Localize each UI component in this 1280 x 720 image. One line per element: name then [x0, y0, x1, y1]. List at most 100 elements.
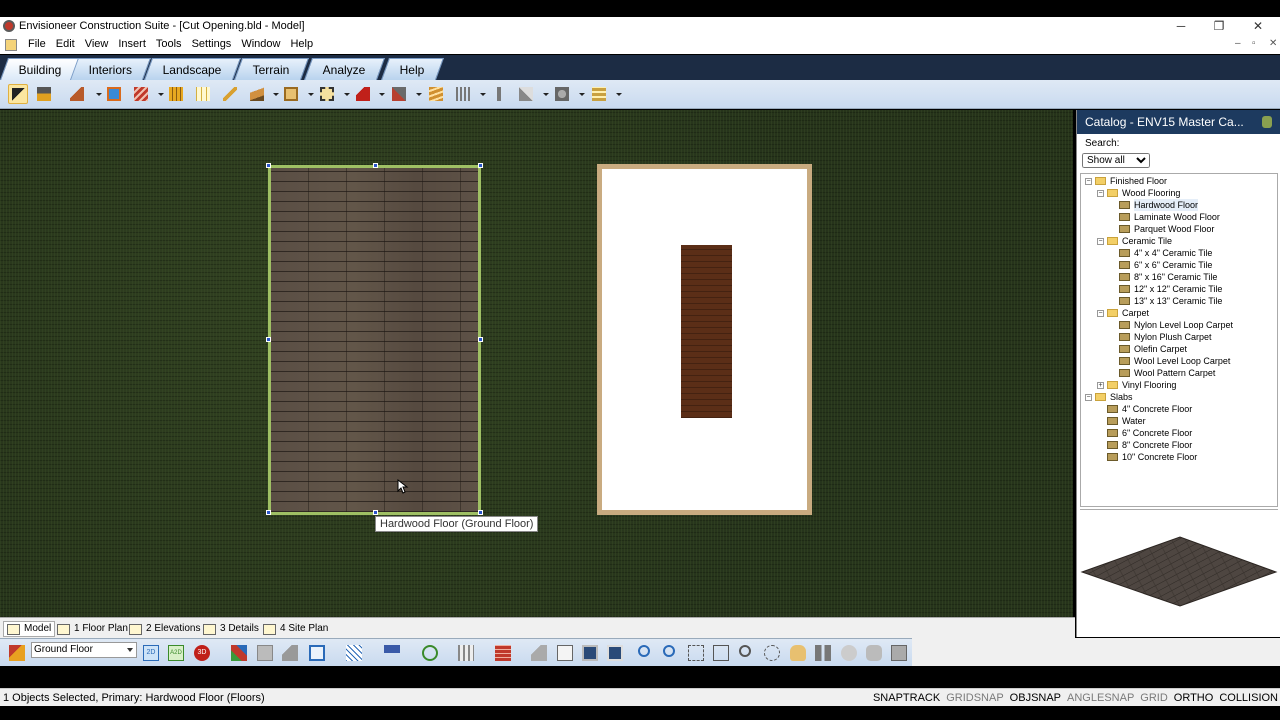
paintbrush-icon[interactable] [34, 84, 54, 104]
tab-landscape[interactable]: Landscape [143, 58, 241, 80]
mode-anglesnap[interactable]: ANGLESNAP [1067, 692, 1134, 704]
tree-item[interactable]: 8" Concrete Floor [1097, 439, 1192, 451]
close-button[interactable]: ✕ [1248, 18, 1268, 34]
2d-icon[interactable]: 2D [141, 643, 161, 663]
railing-icon[interactable] [220, 84, 240, 104]
3d-icon[interactable]: 3D [192, 643, 212, 663]
resize-handle[interactable] [266, 163, 271, 168]
mode-grid[interactable]: GRID [1140, 692, 1168, 704]
tab-model[interactable]: Model [3, 621, 56, 637]
home-3d-icon[interactable] [280, 643, 300, 663]
tab-site-plan[interactable]: 4 Site Plan [263, 621, 328, 637]
cabinet-icon[interactable] [281, 84, 301, 104]
resize-handle[interactable] [478, 510, 483, 515]
pan-hand-icon[interactable] [788, 643, 808, 663]
stack-tool-icon[interactable] [589, 84, 609, 104]
menu-file[interactable]: File [23, 38, 51, 50]
menu-help[interactable]: Help [285, 38, 318, 50]
menu-window[interactable]: Window [236, 38, 285, 50]
tree-item[interactable]: 4" Concrete Floor [1097, 403, 1192, 415]
wand-icon[interactable] [516, 84, 536, 104]
tab-analyze[interactable]: Analyze [303, 58, 385, 80]
mdi-restore-button[interactable]: ▫ [1252, 38, 1256, 49]
mode-gridsnap[interactable]: GRIDSNAP [946, 692, 1003, 704]
tree-item[interactable]: Nylon Plush Carpet [1109, 331, 1212, 343]
room-with-cut-opening[interactable] [597, 164, 812, 515]
menu-insert[interactable]: Insert [113, 38, 151, 50]
resize-handle[interactable] [373, 163, 378, 168]
cut-opening-floor[interactable] [681, 245, 732, 418]
tree-folder[interactable]: + Vinyl Flooring [1097, 379, 1176, 391]
tab-elevations[interactable]: 2 Elevations [129, 621, 200, 637]
layers-icon[interactable] [229, 643, 249, 663]
tools-icon[interactable] [889, 643, 909, 663]
monitor-icon[interactable] [255, 643, 275, 663]
resize-handle[interactable] [266, 337, 271, 342]
fly-icon[interactable] [864, 643, 884, 663]
columns-icon[interactable] [456, 643, 476, 663]
tree-item[interactable]: Olefin Carpet [1109, 343, 1187, 355]
collapse-icon[interactable]: − [1085, 177, 1092, 185]
post-icon[interactable] [489, 84, 509, 104]
resize-handle[interactable] [373, 510, 378, 515]
mdi-close-button[interactable]: ✕ [1269, 38, 1277, 49]
collapse-icon[interactable]: − [1097, 309, 1104, 317]
screen2-icon[interactable] [605, 643, 625, 663]
tree-item[interactable]: 6" x 6" Ceramic Tile [1109, 259, 1212, 271]
zoom-out-icon[interactable] [661, 643, 681, 663]
collapse-icon[interactable]: − [1097, 189, 1104, 197]
tree-folder[interactable]: − Ceramic Tile [1097, 235, 1172, 247]
tree-folder[interactable]: − Slabs [1085, 391, 1133, 403]
expand-icon[interactable]: + [1097, 381, 1104, 389]
tab-help[interactable]: Help [380, 58, 444, 80]
tab-interiors[interactable]: Interiors [69, 58, 152, 80]
window-tool-icon[interactable] [104, 84, 124, 104]
tree-folder[interactable]: − Carpet [1097, 307, 1149, 319]
walk-icon[interactable] [813, 643, 833, 663]
tree-folder[interactable]: − Wood Flooring [1097, 187, 1180, 199]
tree-item[interactable]: 4" x 4" Ceramic Tile [1109, 247, 1212, 259]
tree-item[interactable]: Parquet Wood Floor [1109, 223, 1214, 235]
mode-ortho[interactable]: ORTHO [1174, 692, 1214, 704]
zoom-extents-icon[interactable] [762, 643, 782, 663]
house-gray-icon[interactable] [529, 643, 549, 663]
resize-handle[interactable] [266, 510, 271, 515]
hatch-icon[interactable] [344, 643, 364, 663]
house-red-icon[interactable] [353, 84, 373, 104]
a2d-icon[interactable]: A2D [166, 643, 186, 663]
zoom-search-icon[interactable] [737, 643, 757, 663]
menu-settings[interactable]: Settings [187, 38, 237, 50]
tab-terrain[interactable]: Terrain [233, 58, 309, 80]
column-icon[interactable] [166, 84, 186, 104]
tree-item[interactable]: 8" x 16" Ceramic Tile [1109, 271, 1217, 283]
tab-details[interactable]: 3 Details [203, 621, 259, 637]
floor-select[interactable]: Ground Floor [31, 642, 137, 658]
tree-item[interactable]: 6" Concrete Floor [1097, 427, 1192, 439]
zoom-fit-icon[interactable] [686, 643, 706, 663]
tree-item[interactable]: 10" Concrete Floor [1097, 451, 1197, 463]
lamp-icon[interactable] [382, 643, 402, 663]
roof-tool-icon[interactable] [67, 84, 87, 104]
tab-floor-plan[interactable]: 1 Floor Plan [57, 621, 128, 637]
framing-icon[interactable] [453, 84, 473, 104]
mode-objsnap[interactable]: OBJSNAP [1010, 692, 1061, 704]
select-arrow-icon[interactable] [8, 84, 28, 104]
menu-tools[interactable]: Tools [151, 38, 187, 50]
tree-item[interactable]: 12" x 12" Ceramic Tile [1109, 283, 1222, 295]
tree-folder[interactable]: − Finished Floor [1085, 175, 1167, 187]
tree-item[interactable]: Wool Level Loop Carpet [1109, 355, 1230, 367]
tree-item[interactable]: Wool Pattern Carpet [1109, 367, 1215, 379]
model-canvas[interactable]: Hardwood Floor (Ground Floor) [0, 110, 1073, 617]
stairs-tool-icon[interactable] [131, 84, 151, 104]
hardwood-floor-selected[interactable] [266, 163, 483, 515]
tab-building[interactable]: Building [0, 58, 81, 80]
mode-snaptrack[interactable]: SNAPTRACK [873, 692, 940, 704]
resize-handle[interactable] [478, 337, 483, 342]
menu-view[interactable]: View [80, 38, 114, 50]
render-icon[interactable] [420, 643, 440, 663]
plan-icon[interactable] [555, 643, 575, 663]
dimension-box-icon[interactable] [317, 84, 337, 104]
catalog-pin-icon[interactable] [1262, 116, 1272, 128]
zoom-in-icon[interactable] [636, 643, 656, 663]
catalog-filter-select[interactable]: Show all [1082, 153, 1150, 168]
